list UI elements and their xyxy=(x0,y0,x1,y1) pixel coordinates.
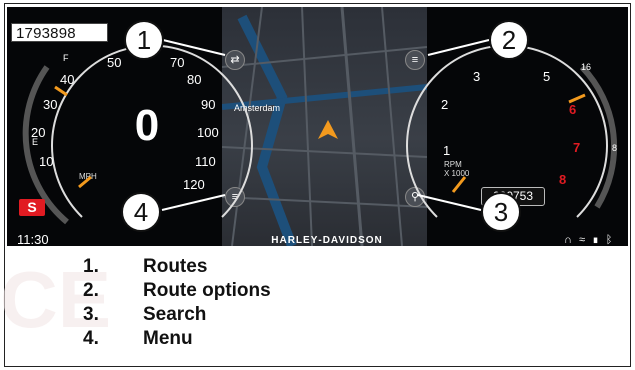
legend-number: 1. xyxy=(83,256,99,277)
legend: 1. Routes 2. Route options 3. Search 4. … xyxy=(83,255,271,351)
legend-label: Menu xyxy=(143,328,193,349)
legend-number: 4. xyxy=(83,328,99,349)
callout-2: 2 xyxy=(489,20,529,60)
legend-item: 1. Routes xyxy=(83,255,271,279)
legend-item: 2. Route options xyxy=(83,279,271,303)
callout-1: 1 xyxy=(124,20,164,60)
legend-item: 3. Search xyxy=(83,303,271,327)
legend-number: 2. xyxy=(83,280,99,301)
legend-label: Routes xyxy=(143,256,208,277)
callout-4: 4 xyxy=(121,192,161,232)
legend-number: 3. xyxy=(83,304,99,325)
legend-label: Route options xyxy=(143,280,271,301)
legend-item: 4. Menu xyxy=(83,327,271,351)
callout-3: 3 xyxy=(481,192,521,232)
legend-label: Search xyxy=(143,304,207,325)
